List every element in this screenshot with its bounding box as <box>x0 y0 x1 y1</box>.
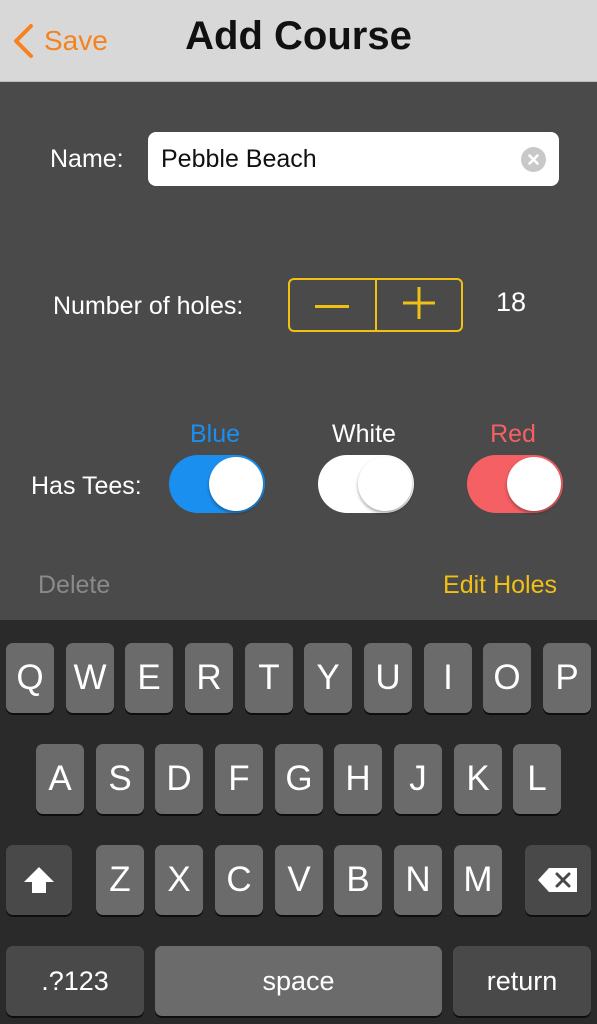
space-key[interactable]: space <box>155 946 442 1016</box>
tee-label-blue: Blue <box>189 420 241 448</box>
key-j[interactable]: J <box>394 744 442 814</box>
key-x[interactable]: X <box>155 845 203 915</box>
key-y[interactable]: Y <box>304 643 352 713</box>
toggle-knob <box>358 457 412 511</box>
key-f[interactable]: F <box>215 744 263 814</box>
holes-stepper <box>288 278 463 332</box>
has-tees-label: Has Tees: <box>31 472 142 500</box>
key-d[interactable]: D <box>155 744 203 814</box>
holes-count: 18 <box>495 287 527 317</box>
tee-label-white: White <box>332 420 396 448</box>
tee-label-red: Red <box>490 420 536 448</box>
decrement-button[interactable] <box>290 280 375 330</box>
key-w[interactable]: W <box>66 643 114 713</box>
name-input[interactable]: Pebble Beach <box>148 132 559 186</box>
minus-icon <box>315 296 350 314</box>
white-tee-toggle[interactable] <box>318 455 414 513</box>
name-value: Pebble Beach <box>161 144 317 173</box>
key-h[interactable]: H <box>334 744 382 814</box>
numbers-key[interactable]: .?123 <box>6 946 144 1016</box>
key-n[interactable]: N <box>394 845 442 915</box>
toggle-knob <box>507 457 561 511</box>
key-g[interactable]: G <box>275 744 323 814</box>
key-i[interactable]: I <box>424 643 472 713</box>
key-r[interactable]: R <box>185 643 233 713</box>
keyboard: Q W E R T Y U I O P A S D F G H J K L Z … <box>0 620 597 1024</box>
key-m[interactable]: M <box>454 845 502 915</box>
backspace-key[interactable] <box>525 845 591 915</box>
shift-key[interactable] <box>6 845 72 915</box>
key-p[interactable]: P <box>543 643 591 713</box>
holes-label: Number of holes: <box>53 292 244 320</box>
page-title: Add Course <box>185 14 412 58</box>
key-l[interactable]: L <box>513 744 561 814</box>
key-o[interactable]: O <box>483 643 531 713</box>
edit-holes-button[interactable]: Edit Holes <box>443 571 557 600</box>
course-form: Name: Pebble Beach Number of holes: 18 B… <box>0 82 597 620</box>
key-k[interactable]: K <box>454 744 502 814</box>
key-t[interactable]: T <box>245 643 293 713</box>
clear-text-icon[interactable] <box>521 147 546 172</box>
key-e[interactable]: E <box>125 643 173 713</box>
key-u[interactable]: U <box>364 643 412 713</box>
red-tee-toggle[interactable] <box>467 455 563 513</box>
key-a[interactable]: A <box>36 744 84 814</box>
delete-button[interactable]: Delete <box>38 571 110 600</box>
backspace-icon <box>537 866 579 894</box>
key-v[interactable]: V <box>275 845 323 915</box>
navigation-bar: Save Add Course <box>0 0 597 82</box>
key-c[interactable]: C <box>215 845 263 915</box>
toggle-knob <box>209 457 263 511</box>
blue-tee-toggle[interactable] <box>169 455 265 513</box>
key-b[interactable]: B <box>334 845 382 915</box>
shift-arrow-icon <box>22 865 56 895</box>
key-s[interactable]: S <box>96 744 144 814</box>
key-z[interactable]: Z <box>96 845 144 915</box>
increment-button[interactable] <box>374 280 462 330</box>
return-key[interactable]: return <box>453 946 591 1016</box>
name-label: Name: <box>50 145 124 173</box>
key-q[interactable]: Q <box>6 643 54 713</box>
plus-icon <box>402 286 435 324</box>
